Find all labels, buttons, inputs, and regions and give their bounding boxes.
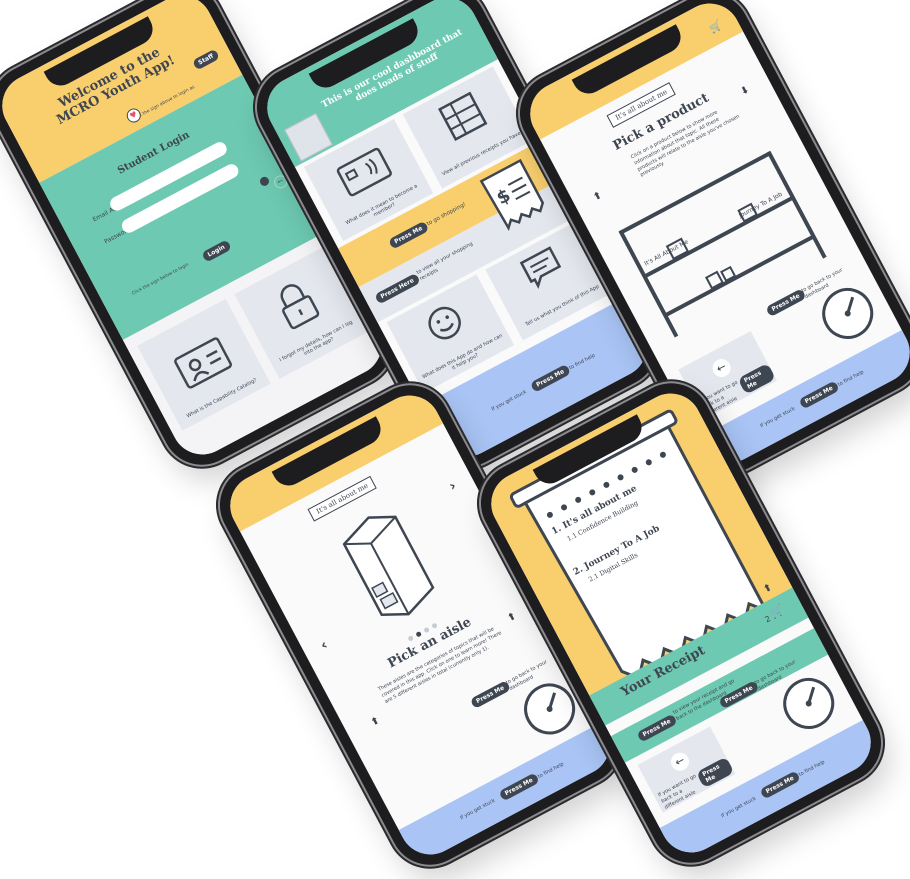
back-arrow-icon: ← (667, 749, 693, 774)
help-button[interactable]: Press Me (759, 770, 801, 800)
cart-icon[interactable]: 🛒 (768, 603, 786, 621)
chevron-right-icon[interactable]: › (447, 478, 460, 495)
id-badge-icon (174, 337, 232, 389)
help-footer: If you get stuck Press Me to find help (398, 721, 621, 866)
up-arrow-icon[interactable]: ⬆ (369, 715, 382, 729)
help-button[interactable]: Press Me (529, 363, 571, 393)
help-suffix: to find help (568, 352, 597, 372)
view-receipts-button[interactable]: Press Here (374, 272, 421, 305)
smiley-icon (428, 306, 461, 340)
info-icon[interactable] (258, 175, 271, 188)
help-prefix: If you get stuck (759, 405, 797, 430)
go-shopping-text: to go shopping! (426, 201, 468, 228)
help-suffix: to find help (797, 759, 826, 778)
help-prefix: If you get stuck (459, 797, 497, 822)
back-aisle-button[interactable]: Press Me (737, 362, 776, 395)
heart-badge-icon: ♥ (124, 106, 144, 125)
help-prefix: If you get stuck (720, 795, 758, 820)
login-button[interactable]: Login (201, 239, 232, 263)
dashboard-button[interactable]: Press Me (765, 288, 807, 318)
staff-button[interactable]: Staff (191, 48, 221, 71)
go-shopping-button[interactable]: Press Me (387, 220, 430, 250)
chat-bubble-icon (519, 246, 562, 290)
help-suffix: to find help (536, 761, 565, 780)
cart-icon[interactable]: 🛒 (708, 20, 724, 36)
back-arrow-icon[interactable]: ← (271, 173, 290, 191)
padlock-icon (280, 284, 320, 330)
help-button[interactable]: Press Me (498, 772, 540, 802)
help-suffix: to find help (836, 369, 865, 388)
chevron-left-icon[interactable]: ‹ (318, 637, 331, 654)
back-arrow-icon: ← (709, 355, 734, 381)
down-arrow-icon[interactable]: ⬇ (739, 84, 752, 98)
login-hint: Click the sign below to login (131, 262, 190, 297)
shelving-icon (438, 91, 488, 142)
help-button[interactable]: Press Me (798, 380, 840, 410)
aisle-shelf-icon[interactable] (331, 500, 444, 630)
dashboard-button[interactable]: Press Me (469, 680, 511, 710)
help-prefix: If you get stuck (490, 389, 528, 413)
up-arrow-icon[interactable]: ⬆ (506, 611, 519, 625)
back-aisle-button[interactable]: Press Me (695, 756, 735, 789)
view-receipt-button[interactable]: Press Me (636, 713, 678, 743)
credit-card-icon (336, 147, 392, 197)
up-arrow-icon[interactable]: ⬆ (592, 190, 605, 204)
